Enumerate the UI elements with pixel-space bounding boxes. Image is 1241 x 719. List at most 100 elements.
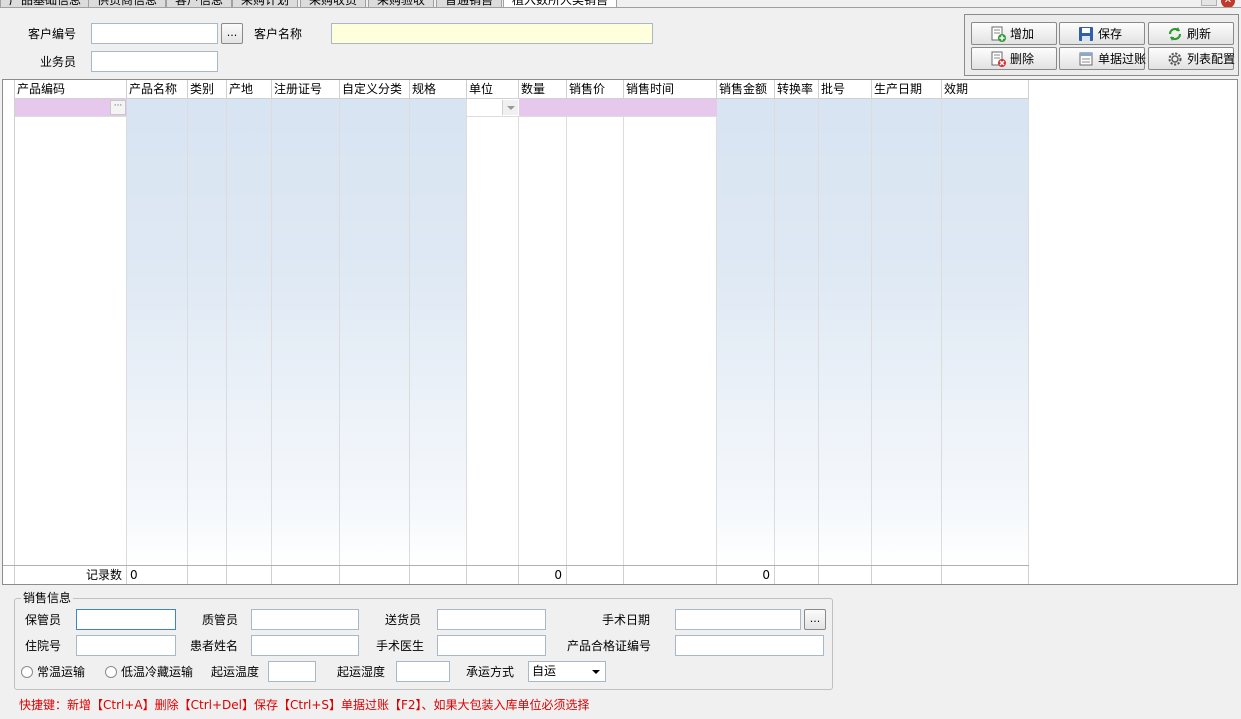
column-header[interactable]: 生产日期 — [872, 80, 942, 99]
surgery-date-picker-button[interactable]: ... — [804, 609, 826, 630]
document-post-icon — [1079, 52, 1093, 66]
custodian-input[interactable] — [76, 609, 176, 630]
tab-normal-sales[interactable]: 普通销售 — [436, 0, 503, 7]
column-header[interactable]: 批号 — [819, 80, 872, 99]
delete-button[interactable]: 删除 — [971, 47, 1057, 70]
delivery-person-input[interactable] — [437, 609, 546, 630]
tab-strip: 产品基础信息 供货商信息 客户信息 采购计划 采购收货 采购验收 普通销售 植入… — [0, 0, 1241, 8]
patient-name-label: 患者姓名 — [190, 639, 239, 653]
unit-cell[interactable] — [467, 99, 519, 117]
col-origin — [227, 80, 272, 565]
toolbar: 增加 保存 刷新 删除 单据过账 列表配置 — [964, 14, 1239, 76]
normal-transport-radio[interactable] — [21, 666, 33, 678]
cold-transport-radio[interactable] — [105, 666, 117, 678]
column-header[interactable]: 销售时间 — [624, 80, 717, 99]
tab-implant-sales[interactable]: 植入数所人类销售 — [503, 0, 618, 7]
delivery-person-label: 送货员 — [385, 613, 422, 627]
column-header[interactable]: 销售金额 — [717, 80, 775, 99]
column-header[interactable]: 自定义分类 — [340, 80, 410, 99]
start-temp-input[interactable] — [268, 661, 316, 682]
col-unit — [467, 80, 519, 565]
start-temp-label: 起运温度 — [211, 665, 260, 679]
chevron-down-icon[interactable] — [502, 100, 518, 115]
customer-lookup-button[interactable]: ... — [221, 23, 243, 44]
quality-manager-label: 质管员 — [202, 613, 239, 627]
product-grid[interactable]: 产品编码 产品名称 类别 产地 注册证号 自定义分类 规格 单位 数量 销售价 … — [2, 79, 1238, 585]
sale-time-cell[interactable] — [624, 99, 717, 117]
start-humidity-input[interactable] — [396, 661, 450, 682]
col-expiry — [942, 80, 1029, 565]
product-lookup-button[interactable]: ··· — [110, 100, 126, 115]
normal-transport-label: 常温运输 — [37, 665, 86, 679]
column-header[interactable]: 销售价 — [567, 80, 624, 99]
carrier-label: 承运方式 — [466, 665, 515, 679]
customer-code-label: 客户编号 — [28, 27, 77, 41]
grid-footer: 记录数 0 0 0 — [3, 565, 1029, 584]
footer-cell — [775, 566, 819, 584]
hospital-no-input[interactable] — [76, 635, 176, 656]
column-header[interactable]: 注册证号 — [272, 80, 340, 99]
surgeon-input[interactable] — [437, 635, 546, 656]
column-header[interactable]: 数量 — [519, 80, 567, 99]
tab-supplier-info[interactable]: 供货商信息 — [88, 0, 167, 7]
patient-name-input[interactable] — [251, 635, 359, 656]
column-header[interactable]: 单位 — [467, 80, 519, 99]
refresh-button-label: 刷新 — [1187, 27, 1212, 41]
footer-cell — [227, 566, 272, 584]
qty-cell[interactable] — [519, 99, 567, 117]
column-header[interactable]: 产品名称 — [127, 80, 188, 99]
tab-customer-info[interactable]: 客户信息 — [166, 0, 233, 7]
product-code-cell[interactable]: ··· — [15, 99, 127, 117]
save-button[interactable]: 保存 — [1059, 22, 1145, 45]
close-icon[interactable]: ✕ — [1221, 0, 1235, 7]
post-document-button[interactable]: 单据过账 — [1059, 47, 1147, 70]
footer-cell — [872, 566, 942, 584]
column-header[interactable]: 效期 — [942, 80, 1029, 99]
surgery-date-input[interactable] — [675, 609, 801, 630]
carrier-select-value: 自运 — [532, 664, 557, 678]
salesman-input[interactable] — [91, 51, 218, 72]
column-config-button[interactable]: 列表配置 — [1148, 47, 1236, 70]
column-header[interactable]: 产品编码 — [15, 80, 127, 99]
certificate-no-input[interactable] — [675, 635, 824, 656]
footer-cell — [819, 566, 872, 584]
tab-purchase-inspect[interactable]: 采购验收 — [368, 0, 435, 7]
tab-scroll-button[interactable] — [1201, 0, 1217, 6]
footer-cell — [410, 566, 467, 584]
customer-name-label: 客户名称 — [254, 27, 303, 41]
column-header[interactable]: 转换率 — [775, 80, 819, 99]
col-price — [567, 80, 624, 565]
column-config-button-label: 列表配置 — [1187, 52, 1236, 66]
tab-purchase-receive[interactable]: 采购收货 — [300, 0, 367, 7]
surgery-date-label: 手术日期 — [602, 613, 651, 627]
col-category — [188, 80, 227, 565]
customer-code-input[interactable] — [91, 23, 218, 44]
tab-purchase-plan[interactable]: 采购计划 — [232, 0, 299, 7]
footer-cell — [567, 566, 624, 584]
column-header[interactable]: 类别 — [188, 80, 227, 99]
col-sale-time — [624, 80, 717, 565]
col-amount — [717, 80, 775, 565]
gear-icon — [1168, 52, 1182, 66]
customer-name-input[interactable] — [331, 23, 653, 44]
carrier-select[interactable]: 自运 — [528, 661, 606, 682]
row-indicator-column — [3, 80, 15, 565]
refresh-button[interactable]: 刷新 — [1148, 22, 1234, 45]
grid-body: 产品编码 产品名称 类别 产地 注册证号 自定义分类 规格 单位 数量 销售价 … — [3, 80, 1029, 584]
cold-transport-label: 低温冷藏运输 — [121, 665, 194, 679]
price-cell[interactable] — [567, 99, 624, 117]
tab-product-info[interactable]: 产品基础信息 — [0, 0, 91, 7]
salesman-label: 业务员 — [40, 55, 77, 69]
col-production-date — [872, 80, 942, 565]
chevron-down-icon — [592, 670, 600, 674]
save-button-label: 保存 — [1098, 27, 1123, 41]
column-header[interactable]: 产地 — [227, 80, 272, 99]
quality-manager-input[interactable] — [251, 609, 359, 630]
add-button[interactable]: 增加 — [971, 22, 1057, 45]
add-button-label: 增加 — [1010, 27, 1035, 41]
footer-cell — [624, 566, 717, 584]
post-document-button-label: 单据过账 — [1098, 52, 1147, 66]
record-count-value: 0 — [127, 566, 188, 584]
col-product-code — [15, 80, 127, 565]
column-header[interactable]: 规格 — [410, 80, 467, 99]
